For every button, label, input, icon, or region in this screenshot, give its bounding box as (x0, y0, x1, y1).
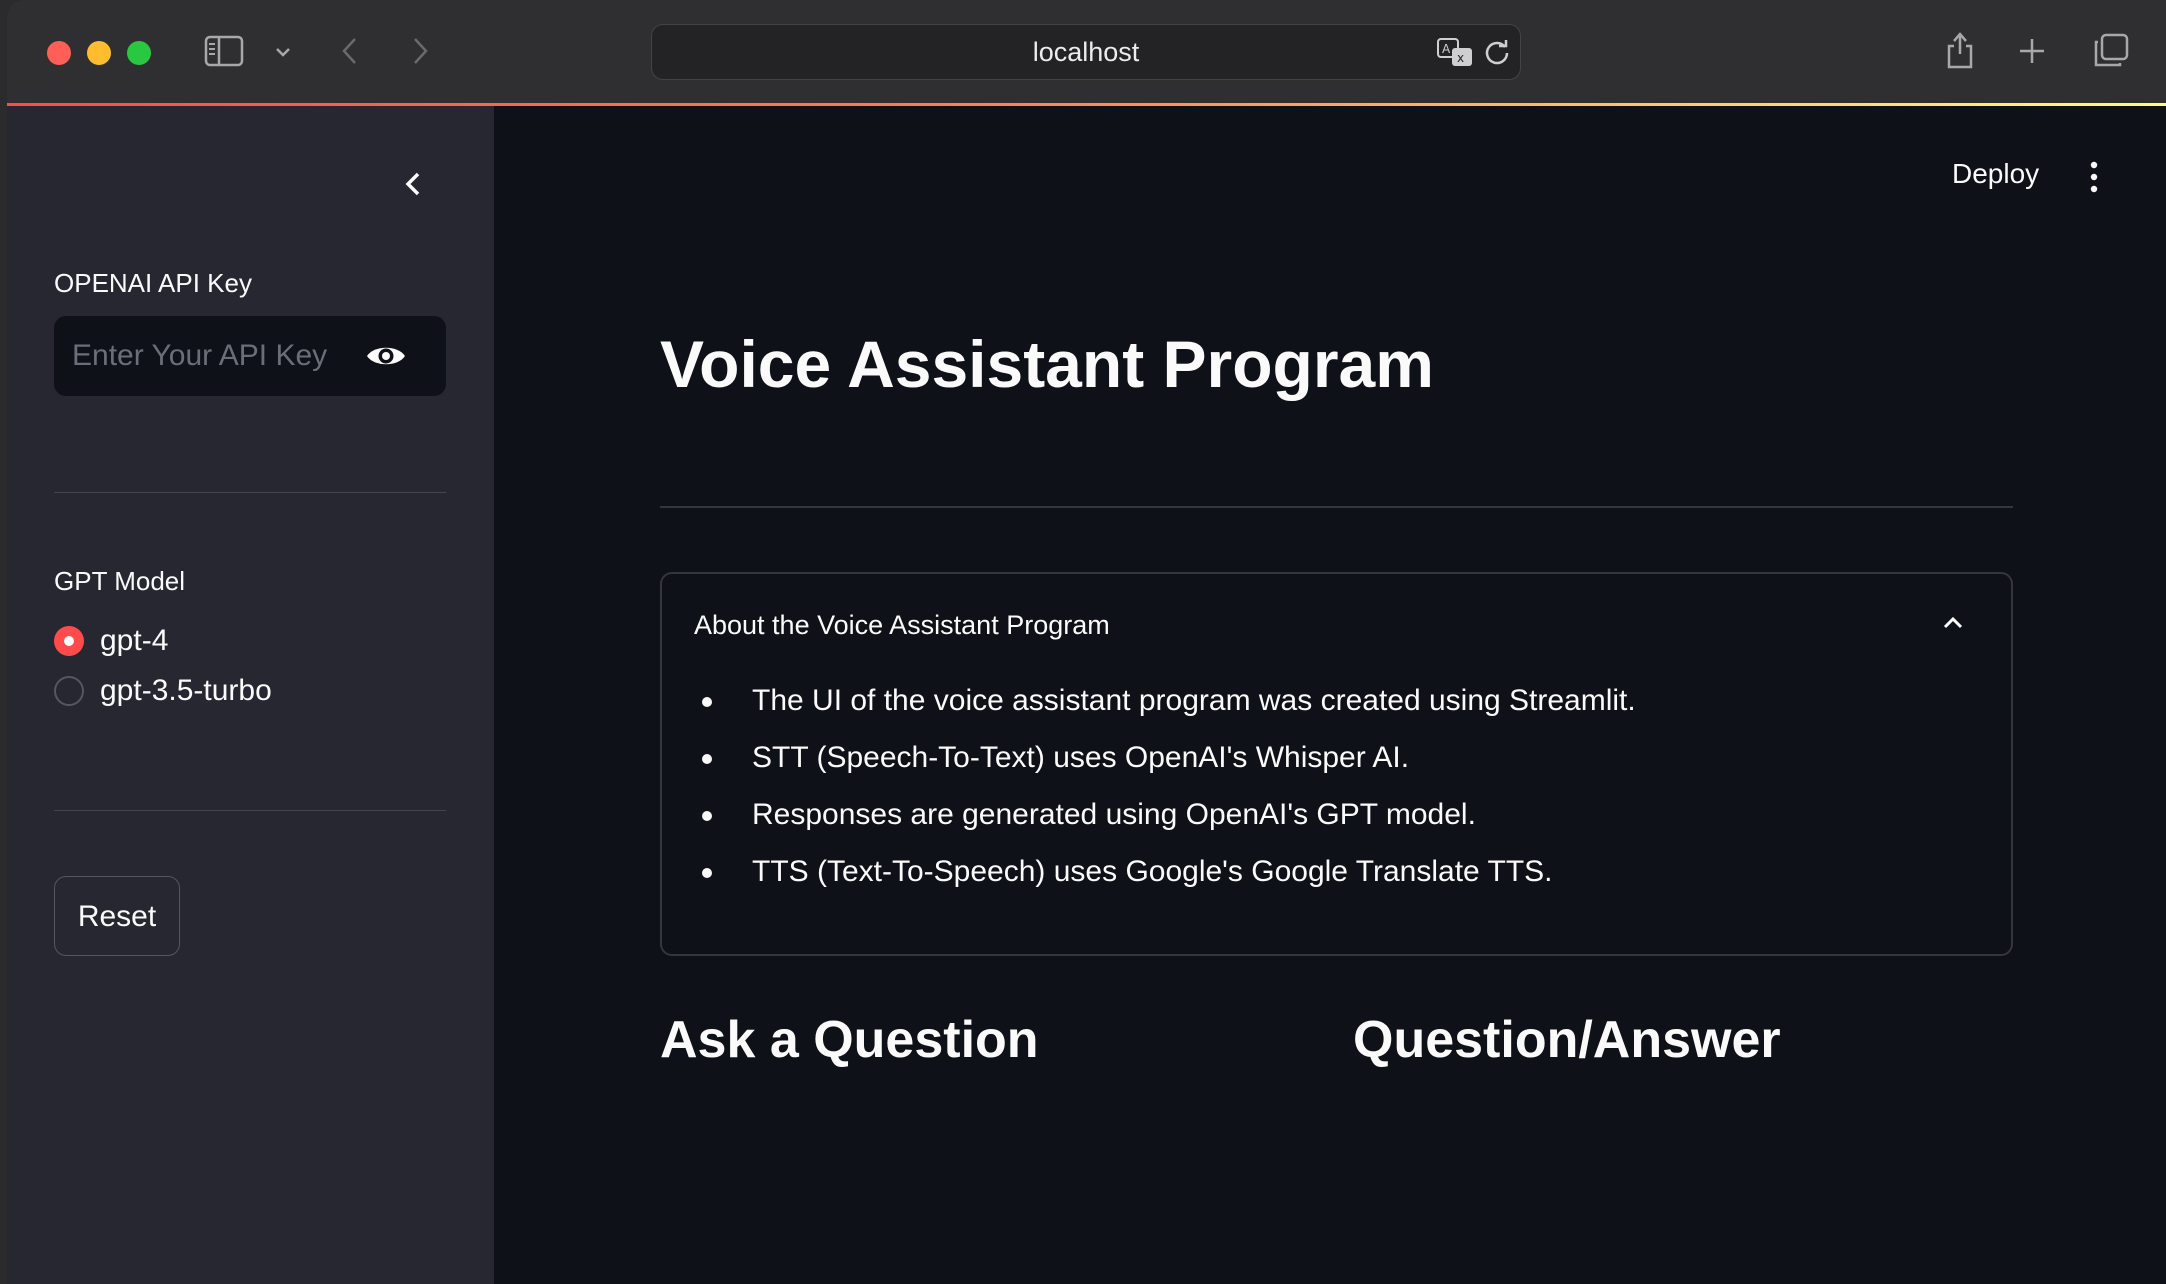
address-bar[interactable]: localhost Ax (651, 24, 1521, 80)
new-tab-icon[interactable] (2015, 34, 2049, 68)
maximize-window-button[interactable] (127, 41, 151, 65)
minimize-window-button[interactable] (87, 41, 111, 65)
sidebar-toggle-icon[interactable] (203, 33, 245, 69)
api-key-label: OPENAI API Key (54, 268, 252, 298)
about-expander: About the Voice Assistant Program The UI… (660, 572, 2013, 956)
api-key-field[interactable] (54, 316, 446, 396)
share-icon[interactable] (1943, 28, 1977, 72)
radio-label: gpt-4 (100, 624, 169, 657)
collapse-sidebar-button[interactable] (393, 164, 433, 204)
list-item: Responses are generated using OpenAI's G… (690, 786, 1636, 843)
deploy-button[interactable]: Deploy (1952, 158, 2039, 190)
radio-option-gpt-4[interactable]: gpt-4 (54, 621, 168, 661)
page-title: Voice Assistant Program (660, 327, 1434, 401)
chevron-down-icon[interactable] (271, 40, 295, 64)
browser-window: localhost Ax OPENAI API Key GPT Model gp… (7, 0, 2166, 1284)
model-label: GPT Model (54, 566, 186, 596)
chevron-left-icon (405, 172, 420, 196)
sidebar-divider (54, 810, 446, 811)
url-text: localhost (1032, 37, 1140, 67)
radio-option-gpt-3-5-turbo[interactable]: gpt-3.5-turbo (54, 671, 272, 711)
sidebar: OPENAI API Key GPT Model gpt-4 gpt-3.5-t… (7, 106, 494, 1284)
expander-header[interactable]: About the Voice Assistant Program (694, 610, 1110, 641)
ask-question-heading: Ask a Question (660, 1011, 1039, 1069)
main-content: Deploy Voice Assistant Program About the… (494, 106, 2166, 1284)
sidebar-divider (54, 492, 446, 493)
list-item: The UI of the voice assistant program wa… (690, 672, 1636, 729)
back-arrow-icon[interactable] (337, 34, 363, 68)
main-menu-icon[interactable] (2086, 160, 2102, 194)
list-item: STT (Speech-To-Text) uses OpenAI's Whisp… (690, 729, 1636, 786)
svg-text:x: x (1457, 51, 1464, 65)
about-list: The UI of the voice assistant program wa… (690, 672, 1636, 900)
list-item: TTS (Text-To-Speech) uses Google's Googl… (690, 843, 1636, 900)
question-answer-heading: Question/Answer (1353, 1011, 1781, 1069)
translate-icon[interactable]: Ax (1436, 35, 1476, 69)
forward-arrow-icon[interactable] (407, 34, 433, 68)
svg-text:A: A (1442, 42, 1451, 56)
show-password-icon[interactable] (364, 336, 408, 376)
radio-label: gpt-3.5-turbo (100, 674, 272, 707)
radio-button[interactable] (54, 676, 84, 706)
reset-button[interactable]: Reset (54, 876, 180, 956)
reload-icon[interactable] (1482, 37, 1512, 67)
api-key-input[interactable] (54, 316, 372, 396)
chevron-up-icon[interactable] (1938, 608, 1968, 638)
tab-overview-icon[interactable] (2091, 32, 2131, 70)
title-divider (660, 506, 2013, 508)
browser-toolbar: localhost Ax (7, 0, 2166, 104)
close-window-button[interactable] (47, 41, 71, 65)
radio-button-selected[interactable] (54, 626, 84, 656)
